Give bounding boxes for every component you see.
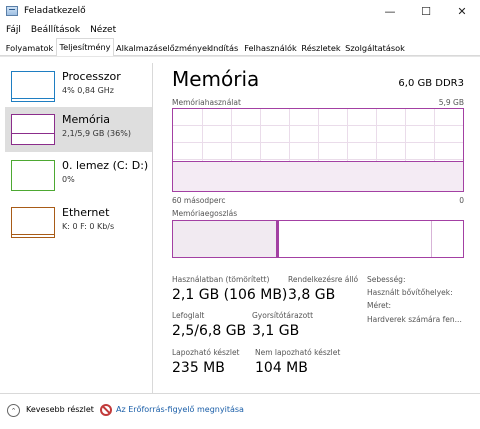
tab-strip: Folyamatok Teljesítmény Alkalmazáselőzmé… — [0, 38, 480, 57]
tab-processes[interactable]: Folyamatok — [4, 40, 55, 56]
form-factor-label: Méret: — [367, 301, 392, 310]
sidebar-item-name: Memória — [62, 113, 111, 126]
nonpaged-pool-value: 104 MB — [255, 360, 308, 376]
menu-view[interactable]: Nézet — [90, 25, 116, 35]
chevron-up-icon[interactable]: ⌃ — [7, 404, 20, 417]
tab-performance[interactable]: Teljesítmény — [56, 38, 114, 57]
tab-services[interactable]: Szolgáltatások — [344, 40, 406, 56]
sidebar-item-name: Ethernet — [62, 206, 110, 219]
maximize-button[interactable]: ☐ — [408, 0, 444, 22]
sidebar-item-cpu[interactable]: Processzor 4% 0,84 GHz — [5, 64, 152, 109]
memory-type: 6,0 GB DDR3 — [398, 78, 464, 89]
ethernet-mini-line — [12, 234, 54, 235]
sidebar-item-disk[interactable]: 0. lemez (C: D:) 0% — [5, 153, 152, 198]
memory-mini-line — [12, 133, 54, 134]
tab-details[interactable]: Részletek — [300, 40, 342, 56]
time-end-label: 0 — [459, 196, 464, 205]
menu-file[interactable]: Fájl — [6, 25, 21, 35]
tab-startup[interactable]: Indítás — [208, 40, 241, 56]
cpu-mini-graph — [11, 71, 55, 102]
usage-max: 5,9 GB — [438, 98, 464, 107]
ethernet-mini-graph — [11, 207, 55, 238]
usage-label: Memóriahasználat — [172, 98, 241, 107]
time-span-label: 60 másodperc — [172, 196, 226, 205]
composition-label: Memóriaegoszlás — [172, 209, 238, 218]
speed-label: Sebesség: — [367, 275, 406, 284]
performance-panel: Processzor 4% 0,84 GHz Memória 2,1/5,9 G… — [0, 56, 480, 393]
title-bar: Feladatkezelő — ☐ ✕ — [0, 0, 480, 22]
available-label: Rendelkezésre álló — [288, 275, 359, 284]
memory-usage-fill — [173, 161, 463, 191]
sidebar-item-detail: 2,1/5,9 GB (36%) — [62, 129, 131, 138]
nonpaged-pool-label: Nem lapozható készlet — [255, 348, 341, 357]
in-use-label: Használatban (tömörített) — [172, 275, 270, 284]
paged-pool-label: Lapozható készlet — [172, 348, 240, 357]
sidebar-item-detail: K: 0 F: 0 Kb/s — [62, 222, 115, 231]
memory-detail: Memória 6,0 GB DDR3 Memóriahasználat 5,9… — [172, 57, 472, 394]
sidebar-item-name: Processzor — [62, 70, 121, 83]
committed-value: 2,5/6,8 GB — [172, 323, 247, 339]
paged-pool-value: 235 MB — [172, 360, 225, 376]
committed-label: Lefoglalt — [172, 311, 205, 320]
sidebar-item-detail: 4% 0,84 GHz — [62, 86, 115, 95]
composition-in-use — [173, 221, 277, 257]
sidebar-item-detail: 0% — [62, 175, 75, 184]
slots-used-label: Használt bővítőhelyek: — [367, 288, 453, 297]
sidebar-item-name: 0. lemez (C: D:) — [62, 159, 149, 172]
available-value: 3,8 GB — [288, 287, 336, 303]
composition-standby-divider — [431, 221, 432, 257]
memory-usage-graph — [172, 108, 464, 192]
tab-app-history[interactable]: Alkalmazáselőzmények — [115, 40, 212, 56]
open-resource-monitor-link[interactable]: Az Erőforrás-figyelő megnyitása — [116, 405, 244, 414]
cached-value: 3,1 GB — [252, 323, 300, 339]
fewer-details-button[interactable]: Kevesebb részlet — [26, 405, 94, 414]
in-use-value: 2,1 GB (106 MB) — [172, 287, 288, 303]
page-title: Memória — [172, 67, 260, 91]
task-manager-icon — [6, 6, 18, 16]
window-title: Feladatkezelő — [24, 6, 86, 16]
window-controls: — ☐ ✕ — [372, 0, 480, 22]
hardware-reserved-label: Hardverek számára fen... — [367, 315, 462, 324]
disk-mini-graph — [11, 160, 55, 191]
menu-settings[interactable]: Beállítások — [31, 25, 80, 35]
resource-monitor-icon[interactable] — [100, 404, 112, 416]
cached-label: Gyorsítótárazott — [252, 311, 314, 320]
sidebar-item-ethernet[interactable]: Ethernet K: 0 F: 0 Kb/s — [5, 200, 152, 245]
menu-bar: Fájl Beállítások Nézet — [0, 22, 480, 38]
footer-bar: ⌃ Kevesebb részlet Az Erőforrás-figyelő … — [0, 393, 480, 429]
composition-modified — [277, 221, 279, 257]
resource-sidebar: Processzor 4% 0,84 GHz Memória 2,1/5,9 G… — [5, 63, 153, 393]
minimize-button[interactable]: — — [372, 0, 408, 22]
close-button[interactable]: ✕ — [444, 0, 480, 22]
memory-composition-bar — [172, 220, 464, 258]
sidebar-item-memory[interactable]: Memória 2,1/5,9 GB (36%) — [5, 107, 152, 152]
tab-users[interactable]: Felhasználók — [243, 40, 298, 56]
cpu-mini-line — [12, 98, 54, 99]
memory-mini-graph — [11, 114, 55, 145]
